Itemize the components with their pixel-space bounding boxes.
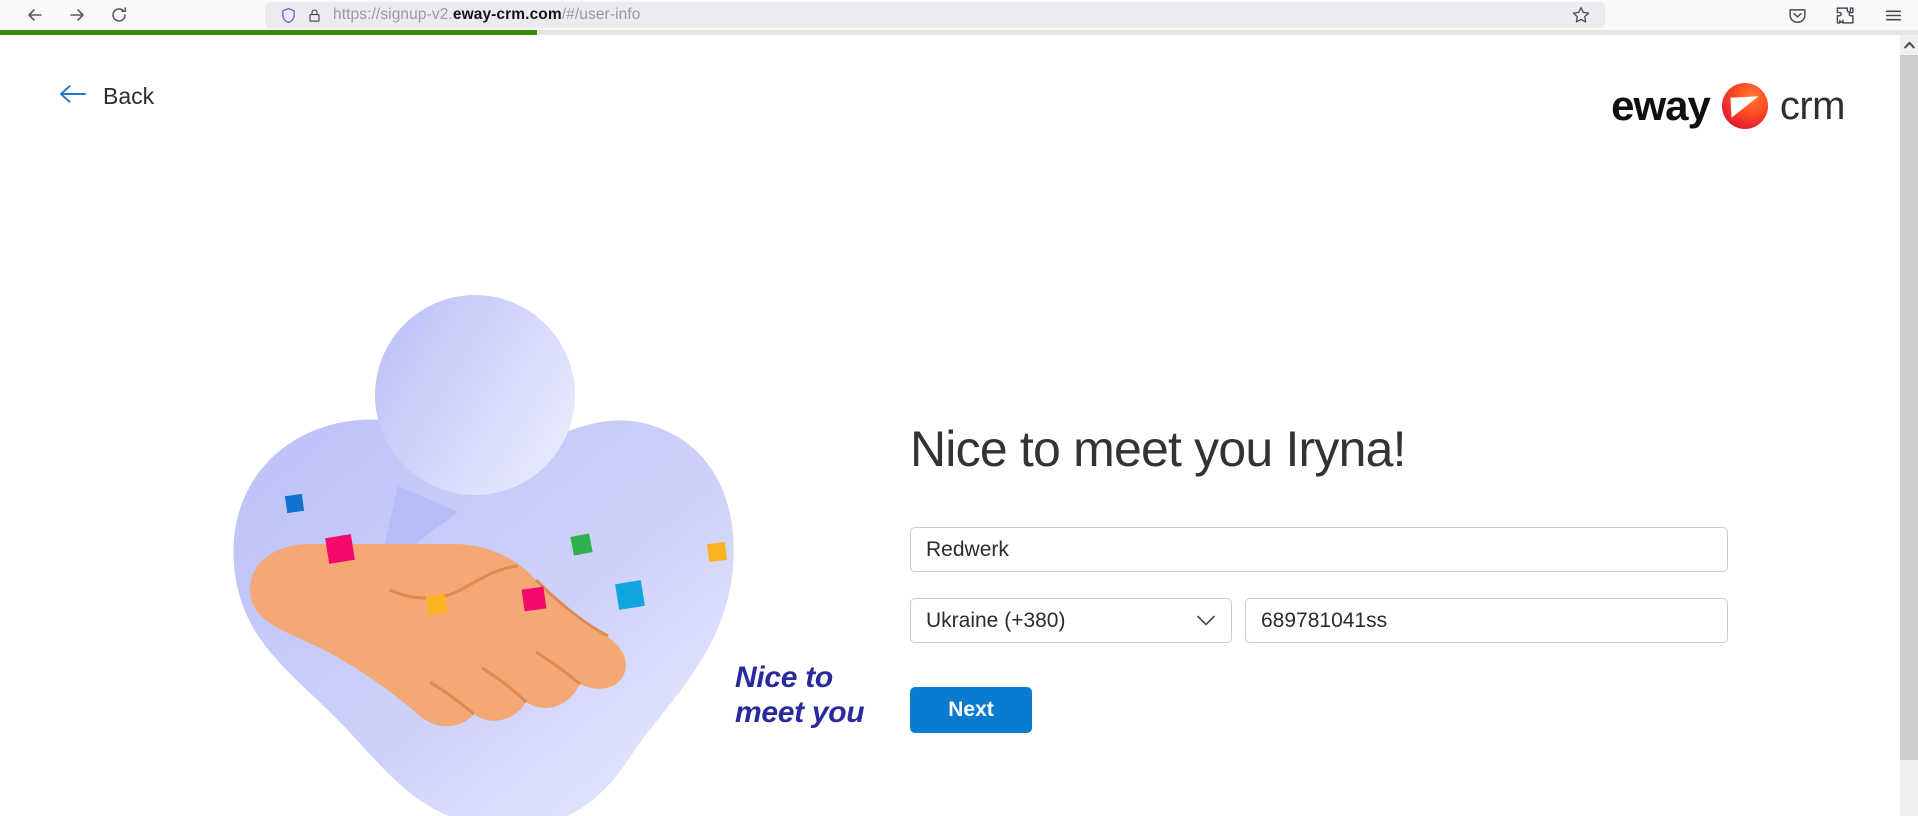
puzzle-piece-icon[interactable] — [1830, 2, 1860, 28]
browser-back-button[interactable] — [14, 2, 56, 28]
handshake-illustration: Nice to meet you — [230, 290, 865, 816]
confetti-square — [284, 493, 305, 514]
signup-form: Nice to meet you Iryna! Redwerk Ukraine … — [910, 420, 1730, 733]
company-name-input[interactable]: Redwerk — [910, 527, 1728, 572]
hamburger-menu-icon[interactable] — [1878, 2, 1908, 28]
vertical-scrollbar[interactable] — [1900, 35, 1918, 816]
country-code-value: Ukraine (+380) — [926, 608, 1066, 632]
browser-toolbar-right — [1782, 2, 1908, 28]
url-domain: eway-crm.com — [452, 6, 562, 23]
country-code-select[interactable]: Ukraine (+380) — [910, 598, 1232, 643]
url-bar[interactable]: https://signup-v2.eway-crm.com/#/user-in… — [265, 2, 1605, 28]
back-label: Back — [103, 83, 155, 109]
browser-chrome: https://signup-v2.eway-crm.com/#/user-in… — [0, 0, 1918, 30]
shield-icon — [275, 7, 301, 24]
url-text[interactable]: https://signup-v2.eway-crm.com/#/user-in… — [327, 6, 1567, 24]
confetti-square — [706, 541, 728, 563]
confetti-square — [570, 533, 593, 556]
phone-number-input[interactable]: 689781041ss — [1245, 598, 1728, 643]
url-prefix: https://signup-v2. — [333, 6, 453, 23]
url-suffix: /#/user-info — [561, 6, 641, 23]
eway-logo-mark-icon — [1721, 83, 1768, 129]
scrollbar-thumb[interactable] — [1900, 55, 1918, 760]
speech-bubble — [375, 295, 575, 495]
phone-number-value: 689781041ss — [1261, 608, 1388, 632]
confetti-square — [325, 534, 355, 564]
star-icon[interactable] — [1567, 5, 1595, 25]
brand-name-crm: crm — [1779, 84, 1846, 128]
page-content: Back eway crm Nice to meet you Nice to m… — [0, 35, 1900, 816]
browser-nav-buttons — [0, 2, 140, 28]
pocket-icon[interactable] — [1782, 2, 1812, 28]
eway-crm-logo: eway crm — [1611, 82, 1846, 129]
browser-forward-button[interactable] — [56, 2, 98, 28]
chevron-down-icon — [1196, 609, 1216, 633]
confetti-square — [521, 586, 547, 612]
company-name-value: Redwerk — [926, 537, 1009, 561]
brand-name-eway: eway — [1611, 82, 1711, 129]
arrow-left-icon — [58, 83, 87, 110]
next-button[interactable]: Next — [910, 687, 1032, 733]
padlock-icon — [301, 8, 327, 23]
confetti-square — [615, 580, 645, 610]
phone-row: Ukraine (+380) 689781041ss — [910, 598, 1730, 643]
back-link[interactable]: Back — [58, 83, 154, 110]
confetti-square — [425, 593, 448, 616]
page-title: Nice to meet you Iryna! — [910, 421, 1407, 477]
chevron-up-icon[interactable] — [1900, 35, 1918, 55]
browser-reload-button[interactable] — [98, 2, 140, 28]
